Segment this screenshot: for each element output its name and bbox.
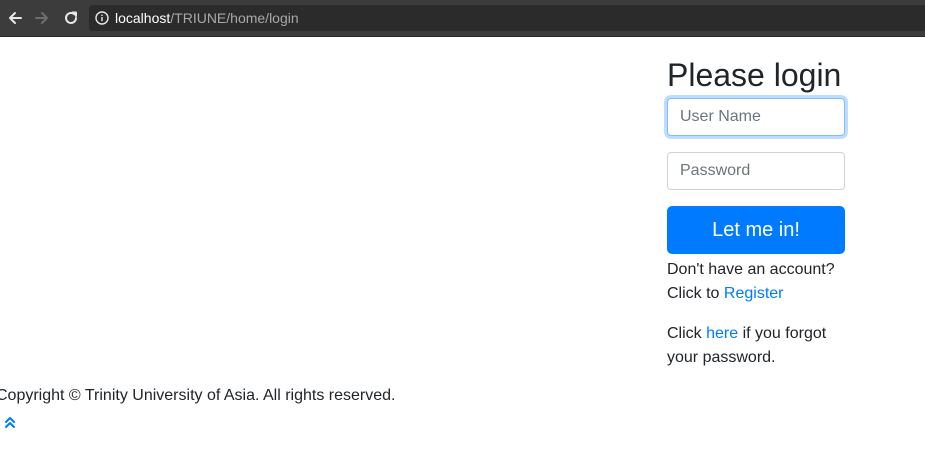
forgot-prefix: Click: [667, 325, 707, 342]
forgot-password-link[interactable]: here: [706, 325, 738, 342]
url-host: localhost: [115, 10, 171, 26]
copyright-footer: Copyright © Trinity University of Asia. …: [0, 387, 396, 404]
register-prompt: Don't have an account? Click to Register: [667, 258, 845, 306]
password-input[interactable]: [667, 152, 845, 190]
address-bar[interactable]: localhost/TRIUNE/home/login: [89, 5, 925, 31]
info-icon[interactable]: [95, 11, 109, 25]
register-link[interactable]: Register: [724, 285, 784, 302]
back-to-top-button[interactable]: [3, 415, 17, 429]
login-button[interactable]: Let me in!: [667, 206, 845, 254]
page-title: Please login: [667, 57, 842, 93]
reload-icon: [65, 11, 77, 24]
register-prefix: Click to: [667, 285, 724, 302]
double-chevron-up-icon: [5, 417, 15, 428]
arrow-left-icon: [9, 12, 22, 24]
register-question: Don't have an account?: [667, 261, 835, 278]
arrow-right-icon: [35, 12, 48, 24]
browser-toolbar: localhost/TRIUNE/home/login: [0, 0, 925, 37]
forgot-password-prompt: Click here if you forgot your password.: [667, 322, 845, 370]
url-path: /TRIUNE/home/login: [170, 10, 299, 26]
url-text: localhost/TRIUNE/home/login: [115, 10, 299, 26]
login-form: Please login Let me in! Don't have an ac…: [667, 56, 845, 370]
back-button[interactable]: [5, 8, 25, 28]
username-input[interactable]: [667, 98, 845, 136]
reload-button[interactable]: [61, 8, 81, 28]
forward-button[interactable]: [32, 8, 52, 28]
